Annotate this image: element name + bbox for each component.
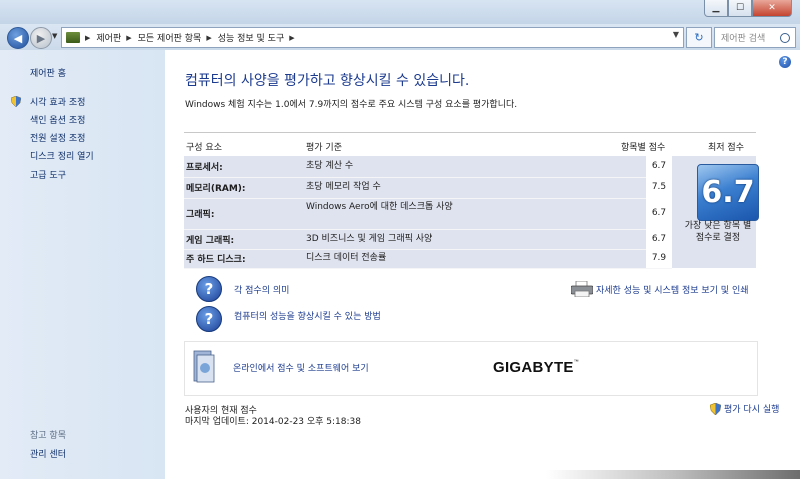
question-icon[interactable]: ? [196, 306, 222, 332]
title-bar: ▁ ☐ ✕ [0, 0, 800, 24]
table-body: 프로세서: 초당 계산 수 6.7 메모리(RAM): 초당 메모리 작업 수 … [184, 156, 672, 269]
recent-pages-dropdown[interactable]: ▼ [52, 32, 57, 40]
table-row: 프로세서: 초당 계산 수 6.7 [184, 156, 672, 178]
refresh-button[interactable]: ↻ [686, 27, 712, 48]
online-promo-box: 온라인에서 점수 및 소프트웨어 보기 GIGABYTE™ [184, 341, 758, 396]
sidebar-item-action-center[interactable]: 관리 센터 [30, 447, 66, 460]
row-criteria: Windows Aero에 대한 데스크톱 사양 [306, 202, 453, 212]
detailed-info-link[interactable]: 자세한 성능 및 시스템 정보 보기 및 인쇄 [596, 283, 749, 296]
row-score: 6.7 [646, 156, 672, 177]
refresh-icon: ↻ [694, 31, 704, 44]
sidebar-item-indexing[interactable]: 색인 옵션 조정 [30, 113, 85, 126]
back-button[interactable]: ◀ [7, 27, 29, 49]
shield-icon [11, 96, 21, 107]
last-update-text: 마지막 업데이트: 2014-02-23 오후 5:18:38 [185, 417, 361, 427]
rerun-label: 평가 다시 실행 [724, 405, 780, 415]
row-component: 주 하드 디스크: [186, 255, 246, 265]
control-panel-icon [66, 32, 80, 43]
navigation-bar: ◀ ▶ ▼ ▶ 제어판 ▶ 모든 제어판 항목 ▶ 성능 정보 및 도구 ▶ ▼… [0, 24, 800, 50]
row-score: 7.9 [646, 249, 672, 268]
arrow-right-icon: ▶ [36, 31, 46, 45]
brand-trademark: ™ [573, 359, 580, 365]
breadcrumb-all-items[interactable]: 모든 제어판 항목 [138, 31, 202, 44]
row-score: 6.7 [646, 198, 672, 229]
see-also-heading: 참고 항목 [30, 431, 66, 441]
improve-performance-link[interactable]: 컴퓨터의 성능을 향상시킬 수 있는 방법 [234, 309, 381, 322]
header-base-score: 최저 점수 [708, 143, 744, 153]
close-button[interactable]: ✕ [752, 0, 792, 17]
base-score-panel: 6.7 가장 낮은 항목 별 점수로 결정 [672, 156, 759, 268]
base-score-tile: 6.7 [697, 164, 759, 221]
maximize-button[interactable]: ☐ [728, 0, 752, 17]
score-table: 구성 요소 평가 기준 항목별 점수 최저 점수 프로세서: 초당 계산 수 6… [184, 132, 759, 269]
row-criteria: 디스크 데이터 전송률 [306, 253, 387, 263]
table-row: 메모리(RAM): 초당 메모리 작업 수 7.5 [184, 177, 672, 199]
base-score-caption: 가장 낮은 항목 별 점수로 결정 [684, 221, 752, 243]
row-score: 6.7 [646, 229, 672, 249]
sidebar: 제어판 홈 시각 효과 조정 색인 옵션 조정 전원 설정 조정 디스크 정리 … [0, 50, 165, 479]
question-icon[interactable]: ? [196, 276, 222, 302]
search-box[interactable]: 제어판 검색 [714, 27, 796, 48]
table-row: 게임 그래픽: 3D 비즈니스 및 게임 그래픽 사양 6.7 [184, 229, 672, 250]
printer-icon [571, 281, 593, 297]
header-criteria: 평가 기준 [306, 143, 342, 153]
score-meaning-link[interactable]: 각 점수의 의미 [234, 283, 289, 296]
shield-icon [710, 402, 721, 415]
brand-name: GIGABYTE [493, 359, 574, 376]
sidebar-item-power[interactable]: 전원 설정 조정 [30, 131, 85, 144]
header-component: 구성 요소 [186, 143, 222, 153]
breadcrumb-performance[interactable]: 성능 정보 및 도구 [218, 31, 285, 44]
breadcrumb-separator-icon: ▶ [85, 33, 91, 42]
gigabyte-logo: GIGABYTE™ [493, 359, 579, 376]
row-criteria: 초당 계산 수 [306, 161, 354, 171]
help-icon[interactable]: ? [779, 56, 791, 68]
row-component: 그래픽: [186, 210, 215, 220]
row-criteria: 초당 메모리 작업 수 [306, 182, 381, 192]
header-subscore: 항목별 점수 [621, 143, 666, 153]
breadcrumb-separator-icon: ▶ [126, 33, 132, 42]
sidebar-home-link[interactable]: 제어판 홈 [30, 66, 66, 79]
software-box-icon [193, 350, 215, 383]
row-component: 게임 그래픽: [186, 236, 235, 246]
window-controls: ▁ ☐ ✕ [704, 0, 792, 17]
sidebar-item-advanced-tools[interactable]: 고급 도구 [30, 168, 66, 181]
search-input[interactable]: 제어판 검색 [721, 31, 780, 44]
row-score: 7.5 [646, 177, 672, 198]
table-header: 구성 요소 평가 기준 항목별 점수 최저 점수 [184, 132, 756, 156]
sidebar-item-visual-effects[interactable]: 시각 효과 조정 [30, 95, 85, 108]
address-bar[interactable]: ▶ 제어판 ▶ 모든 제어판 항목 ▶ 성능 정보 및 도구 ▶ ▼ [61, 27, 684, 48]
breadcrumb-separator-icon: ▶ [289, 33, 295, 42]
page-description: Windows 체험 지수는 1.0에서 7.9까지의 점수로 주요 시스템 구… [185, 100, 518, 110]
address-dropdown-icon[interactable]: ▼ [673, 30, 679, 39]
arrow-left-icon: ◀ [13, 31, 23, 45]
main-content: ? 컴퓨터의 사양을 평가하고 향상시킬 수 있습니다. Windows 체험 … [165, 50, 800, 479]
bottom-edge [165, 470, 800, 479]
breadcrumb-separator-icon: ▶ [206, 33, 212, 42]
sidebar-item-disk-cleanup[interactable]: 디스크 정리 열기 [30, 149, 94, 162]
row-component: 프로세서: [186, 163, 223, 173]
forward-button[interactable]: ▶ [30, 27, 52, 49]
table-row: 주 하드 디스크: 디스크 데이터 전송률 7.9 [184, 249, 672, 269]
table-row: 그래픽: Windows Aero에 대한 데스크톱 사양 6.7 [184, 198, 672, 230]
minimize-button[interactable]: ▁ [704, 0, 728, 17]
online-scores-link[interactable]: 온라인에서 점수 및 소프트웨어 보기 [233, 361, 369, 374]
row-component: 메모리(RAM): [186, 184, 246, 194]
page-title: 컴퓨터의 사양을 평가하고 향상시킬 수 있습니다. [185, 73, 470, 89]
breadcrumb-control-panel[interactable]: 제어판 [96, 31, 121, 44]
search-icon [780, 32, 790, 43]
rerun-assessment-button[interactable]: 평가 다시 실행 [710, 402, 779, 415]
row-criteria: 3D 비즈니스 및 게임 그래픽 사양 [306, 234, 433, 244]
